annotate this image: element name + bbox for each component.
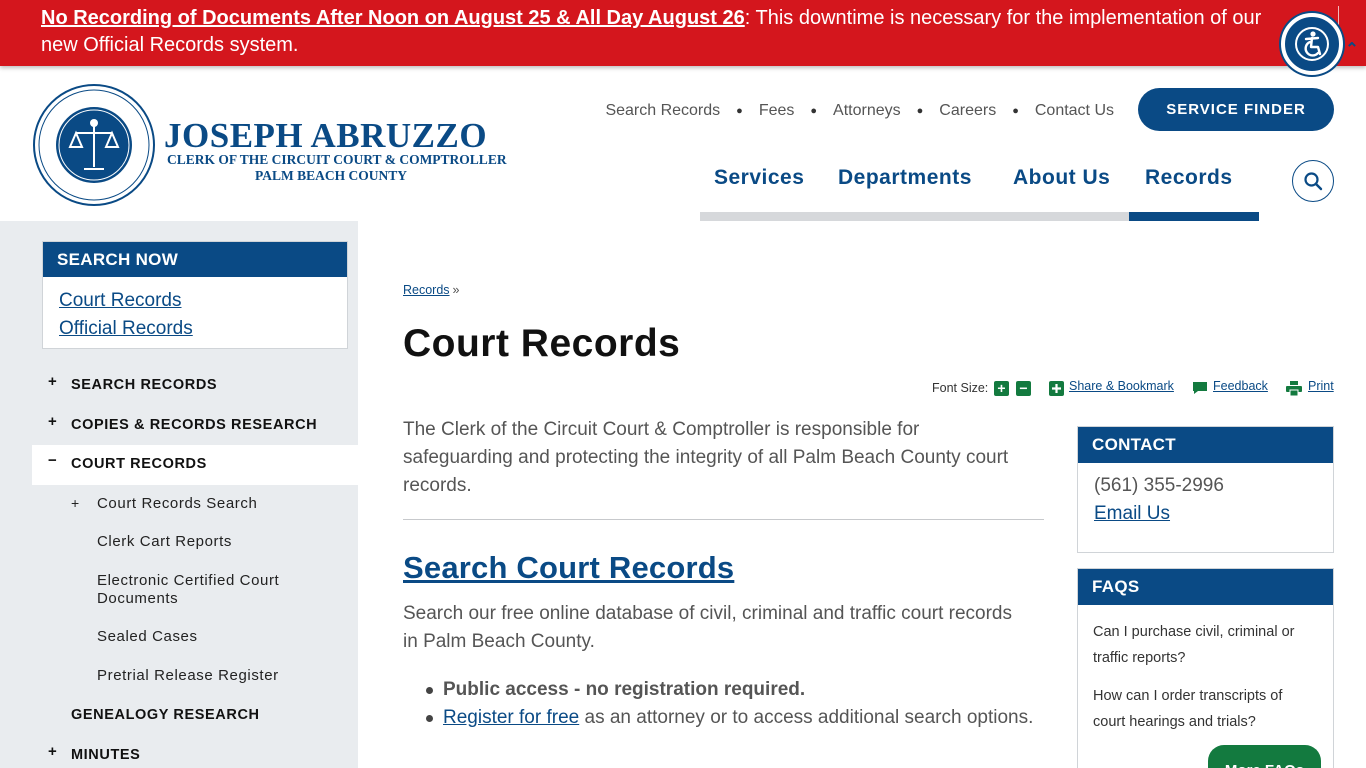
accessibility-button[interactable] [1281,13,1343,75]
sidebar-item-copies[interactable]: + COPIES & RECORDS RESEARCH [32,405,358,445]
subnav-pretrial-release[interactable]: Pretrial Release Register [97,667,327,685]
utility-careers[interactable]: Careers [939,102,996,120]
expand-icon: + [48,373,58,390]
utility-contact-us[interactable]: Contact Us [1035,102,1114,120]
search-now-title: SEARCH NOW [43,242,347,277]
intro-text: The Clerk of the Circuit Court & Comptro… [403,419,1009,496]
font-size-label: Font Size: [932,381,989,395]
accessibility-icon [1295,27,1329,61]
sidebar-item-search-records[interactable]: + SEARCH RECORDS [32,365,358,405]
county-seal-logo[interactable] [32,83,156,207]
sidebar-item-label: SEARCH RECORDS [71,377,218,393]
faq-item[interactable]: Can I purchase civil, criminal or traffi… [1093,619,1318,671]
alert-banner: No Recording of Documents After Noon on … [0,0,1366,66]
search-now-box: SEARCH NOW Court Records Official Record… [42,241,348,349]
faqs-title: FAQS [1078,569,1333,605]
subnav-court-records-search[interactable]: Court Records Search [97,495,327,513]
separator-dot: ● [736,105,743,117]
separator-dot: ● [810,105,818,117]
subnav-sealed-cases[interactable]: Sealed Cases [97,628,327,646]
register-text: as an attorney or to access additional s… [579,707,1034,728]
separator-dot: ● [1012,105,1019,117]
search-now-court-records[interactable]: Court Records [59,290,182,312]
sidebar-item-label: COPIES & RECORDS RESEARCH [71,417,318,433]
search-icon [1304,172,1323,191]
contact-card: CONTACT (561) 355-2996 Email Us [1077,426,1334,553]
public-access-text: Public access - no registration required… [443,679,806,700]
utility-fees[interactable]: Fees [759,102,795,120]
font-increase-button[interactable]: + [994,381,1009,396]
print-link[interactable]: Print [1308,379,1334,393]
sidebar-item-genealogy[interactable]: GENEALOGY RESEARCH [32,695,358,735]
nav-departments[interactable]: Departments [838,166,972,194]
register-link[interactable]: Register for free [443,707,579,728]
expand-icon: + [48,413,58,430]
email-us-link[interactable]: Email Us [1094,503,1170,525]
expand-icon[interactable]: + [71,495,79,511]
utility-attorneys[interactable]: Attorneys [833,102,901,120]
chevron-up-icon[interactable]: ⌃ [1342,40,1362,60]
divider [403,519,1044,520]
nav-services[interactable]: Services [714,166,804,194]
faqs-card: FAQS Can I purchase civil, criminal or t… [1077,568,1334,768]
collapse-icon: − [48,452,58,469]
share-icon [1049,381,1064,396]
utility-search-records[interactable]: Search Records [605,102,720,120]
search-button[interactable] [1292,160,1334,202]
alert-divider [1338,6,1339,28]
sidebar-item-label: COURT RECORDS [71,456,207,472]
contact-title: CONTACT [1078,427,1333,463]
print-icon [1286,381,1302,396]
sidebar-item-court-records[interactable]: − COURT RECORDS [32,445,358,485]
list-item: Public access - no registration required… [426,676,1043,704]
expand-icon: + [48,743,58,760]
nav-records[interactable]: Records [1145,166,1233,194]
subnav-electronic-certified[interactable]: Electronic Certified Court Documents [97,572,327,608]
sidebar-item-minutes[interactable]: + MINUTES [32,735,358,768]
nav-active-indicator [1129,212,1259,221]
main-nav: Services Departments About Us Records [700,166,1259,221]
subnav-clerk-cart-reports[interactable]: Clerk Cart Reports [97,533,327,551]
nav-about-us[interactable]: About Us [1013,166,1110,194]
feature-list: Public access - no registration required… [426,676,1043,732]
feedback-icon [1193,382,1207,394]
more-faqs-button[interactable]: More FAQs [1208,745,1321,768]
share-bookmark-link[interactable]: Share & Bookmark [1069,379,1174,393]
contact-phone: (561) 355-2996 [1094,475,1224,496]
feedback-link[interactable]: Feedback [1213,379,1268,393]
faq-item[interactable]: How can I order transcripts of court hea… [1093,683,1318,735]
search-court-records-heading[interactable]: Search Court Records [403,550,734,586]
breadcrumb: Records» [403,283,460,297]
breadcrumb-records[interactable]: Records [403,283,450,297]
service-finder-button[interactable]: SERVICE FINDER [1138,88,1334,131]
search-now-official-records[interactable]: Official Records [59,318,193,340]
font-decrease-button[interactable]: − [1016,381,1031,396]
brand-subtitle: CLERK OF THE CIRCUIT COURT & COMPTROLLER [167,152,507,167]
utility-nav: Search Records ● Fees ● Attorneys ● Care… [605,102,1114,120]
section-text: Search our free online database of civil… [403,603,1013,652]
page-title: Court Records [403,322,681,365]
sidebar-item-label: MINUTES [71,747,141,763]
separator-dot: ● [916,105,924,117]
brand-name[interactable]: JOSEPH ABRUZZO [164,116,487,156]
alert-link[interactable]: No Recording of Documents After Noon on … [41,7,745,29]
brand-county: PALM BEACH COUNTY [255,168,408,183]
list-item: Register for free as an attorney or to a… [426,704,1043,732]
breadcrumb-separator: » [452,283,460,297]
sidebar-item-label: GENEALOGY RESEARCH [71,707,260,723]
